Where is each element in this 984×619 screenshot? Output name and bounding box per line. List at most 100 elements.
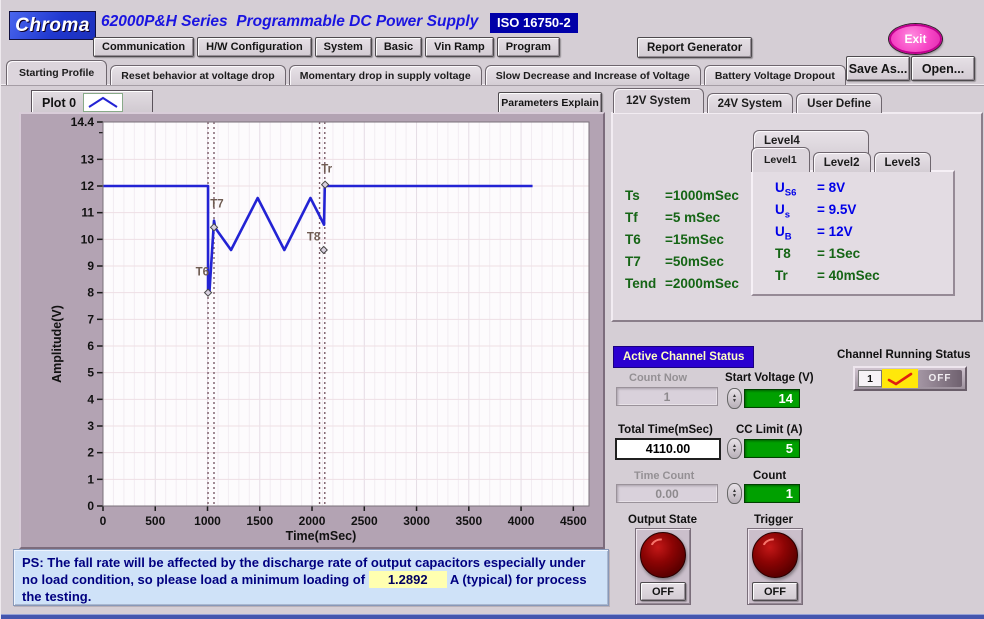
y-tick-label: 11 <box>81 206 94 220</box>
channel-running-control[interactable]: 1 OFF <box>853 366 967 391</box>
menu-button-system[interactable]: System <box>315 37 372 57</box>
y-tick-label: 10 <box>81 232 95 246</box>
parameters-explain-button[interactable]: Parameters Explain <box>498 92 602 114</box>
output-state-off-button[interactable]: OFF <box>640 582 686 601</box>
timing-row: Ts=1000mSec <box>625 188 739 210</box>
time-count-label: Time Count <box>634 470 694 482</box>
time-count-field: 0.00 <box>616 484 718 503</box>
param-sub: S6 <box>785 188 797 199</box>
y-tick-label: 7 <box>87 312 94 326</box>
tab-momentary-drop[interactable]: Momentary drop in supply voltage <box>289 65 482 85</box>
tab-user-define[interactable]: User Define <box>796 93 882 113</box>
level-value-row: US6 = 8V <box>775 180 953 202</box>
y-tick-label: 8 <box>87 286 94 300</box>
start-voltage-spinner-icon[interactable]: ▲▼ <box>727 388 742 409</box>
trigger-off-button[interactable]: OFF <box>752 582 798 601</box>
param-value: = 9.5V <box>817 202 856 224</box>
count-label: Count <box>753 470 786 482</box>
trigger-label: Trigger <box>754 514 793 526</box>
tab-reset-behavior[interactable]: Reset behavior at voltage drop <box>110 65 285 85</box>
tab-battery-voltage-dropout[interactable]: Battery Voltage Dropout <box>704 65 846 85</box>
timing-name: T7 <box>625 254 665 276</box>
waveform-chart[interactable]: T6T7T8Tr01234567891011121314.40500100015… <box>21 114 599 543</box>
app-window: Chroma 62000P&H Series Programmable DC P… <box>0 0 984 619</box>
cursor-annotation: T8 <box>307 232 321 244</box>
tab-24v-system[interactable]: 24V System <box>707 93 794 113</box>
channel-number: 1 <box>858 370 882 387</box>
output-state-label: Output State <box>628 514 697 526</box>
output-state-knob[interactable] <box>640 532 686 578</box>
x-tick-label: 0 <box>100 514 107 528</box>
open-button[interactable]: Open... <box>911 56 975 81</box>
active-channel-status-header: Active Channel Status <box>613 346 754 368</box>
main-tab-bar: Starting Profile Reset behavior at volta… <box>6 58 846 85</box>
cursor-annotation: Tr <box>321 164 332 176</box>
output-state-control: OFF <box>635 528 691 605</box>
x-tick-label: 500 <box>145 514 165 528</box>
x-tick-label: 3500 <box>455 514 482 528</box>
ps-note: PS: The fall rate will be affected by th… <box>13 549 609 606</box>
param-name: U <box>775 180 785 195</box>
total-time-field[interactable]: 4110.00 <box>615 438 721 460</box>
timing-value: =1000mSec <box>665 188 739 210</box>
x-tick-label: 3000 <box>403 514 430 528</box>
menu-button-communication[interactable]: Communication <box>93 37 194 57</box>
level-tab-bar: Level1 Level2 Level3 <box>751 150 931 172</box>
tab-level2[interactable]: Level2 <box>813 152 871 172</box>
y-tick-label: 6 <box>87 339 94 353</box>
timing-row: Tf=5 mSec <box>625 210 739 232</box>
timing-name: Ts <box>625 188 665 210</box>
param-value: = 8V <box>817 180 845 202</box>
count-field[interactable]: 1 <box>744 484 800 503</box>
timing-value: =50mSec <box>665 254 724 276</box>
tab-12v-system[interactable]: 12V System <box>613 88 704 113</box>
count-now-field: 1 <box>616 387 718 406</box>
total-time-label: Total Time(mSec) <box>618 424 713 436</box>
y-tick-label: 2 <box>87 446 94 460</box>
timing-value: =5 mSec <box>665 210 720 232</box>
cc-limit-field[interactable]: 5 <box>744 439 800 458</box>
x-tick-label: 4500 <box>560 514 587 528</box>
iso-standard-badge: ISO 16750-2 <box>490 13 578 33</box>
y-tick-label: 13 <box>81 152 95 166</box>
report-generator-button[interactable]: Report Generator <box>637 37 752 58</box>
count-spinner-icon[interactable]: ▲▼ <box>727 483 742 504</box>
tab-slow-decrease-increase[interactable]: Slow Decrease and Increase of Voltage <box>485 65 701 85</box>
x-tick-label: 1000 <box>194 514 221 528</box>
system-tab-bar: 12V System 24V System User Define <box>613 89 882 113</box>
y-tick-label: 0 <box>87 499 94 513</box>
tab-level3[interactable]: Level3 <box>874 152 932 172</box>
x-tick-label: 2000 <box>299 514 326 528</box>
channel-check-icon[interactable] <box>882 369 918 388</box>
start-voltage-field[interactable]: 14 <box>744 389 800 408</box>
param-sub: s <box>785 210 790 221</box>
menu-button-vin-ramp[interactable]: Vin Ramp <box>425 37 494 57</box>
waveform-legend-icon <box>83 93 123 112</box>
menu-button-hw-configuration[interactable]: H/W Configuration <box>197 37 312 57</box>
x-tick-label: 4000 <box>508 514 535 528</box>
window-bottom-border <box>1 614 984 619</box>
plot-panel: T6T7T8Tr01234567891011121314.40500100015… <box>19 112 605 549</box>
cc-limit-spinner-icon[interactable]: ▲▼ <box>727 438 742 459</box>
y-tick-label: 4 <box>87 392 94 406</box>
start-voltage-label: Start Voltage (V) <box>725 372 814 384</box>
param-name: Tr <box>775 268 788 283</box>
menu-button-program[interactable]: Program <box>497 37 560 57</box>
x-tick-label: 2500 <box>351 514 378 528</box>
exit-button[interactable]: Exit <box>889 24 942 54</box>
tab-starting-profile[interactable]: Starting Profile <box>6 60 107 85</box>
save-as-button[interactable]: Save As... <box>846 56 910 81</box>
param-sub: B <box>785 232 792 243</box>
channel-running-state: OFF <box>918 370 962 387</box>
param-value: = 12V <box>817 224 853 246</box>
min-loading-value: 1.2892 <box>369 571 447 588</box>
menu-button-basic[interactable]: Basic <box>375 37 422 57</box>
param-value: = 1Sec <box>817 246 860 268</box>
cc-limit-control: ▲▼ 5 <box>727 438 800 459</box>
timing-value: =2000mSec <box>665 276 739 298</box>
tab-level1[interactable]: Level1 <box>751 147 810 172</box>
count-control: ▲▼ 1 <box>727 483 800 504</box>
trigger-knob[interactable] <box>752 532 798 578</box>
y-tick-label: 1 <box>87 472 94 486</box>
level-value-row: Tr = 40mSec <box>775 268 953 290</box>
